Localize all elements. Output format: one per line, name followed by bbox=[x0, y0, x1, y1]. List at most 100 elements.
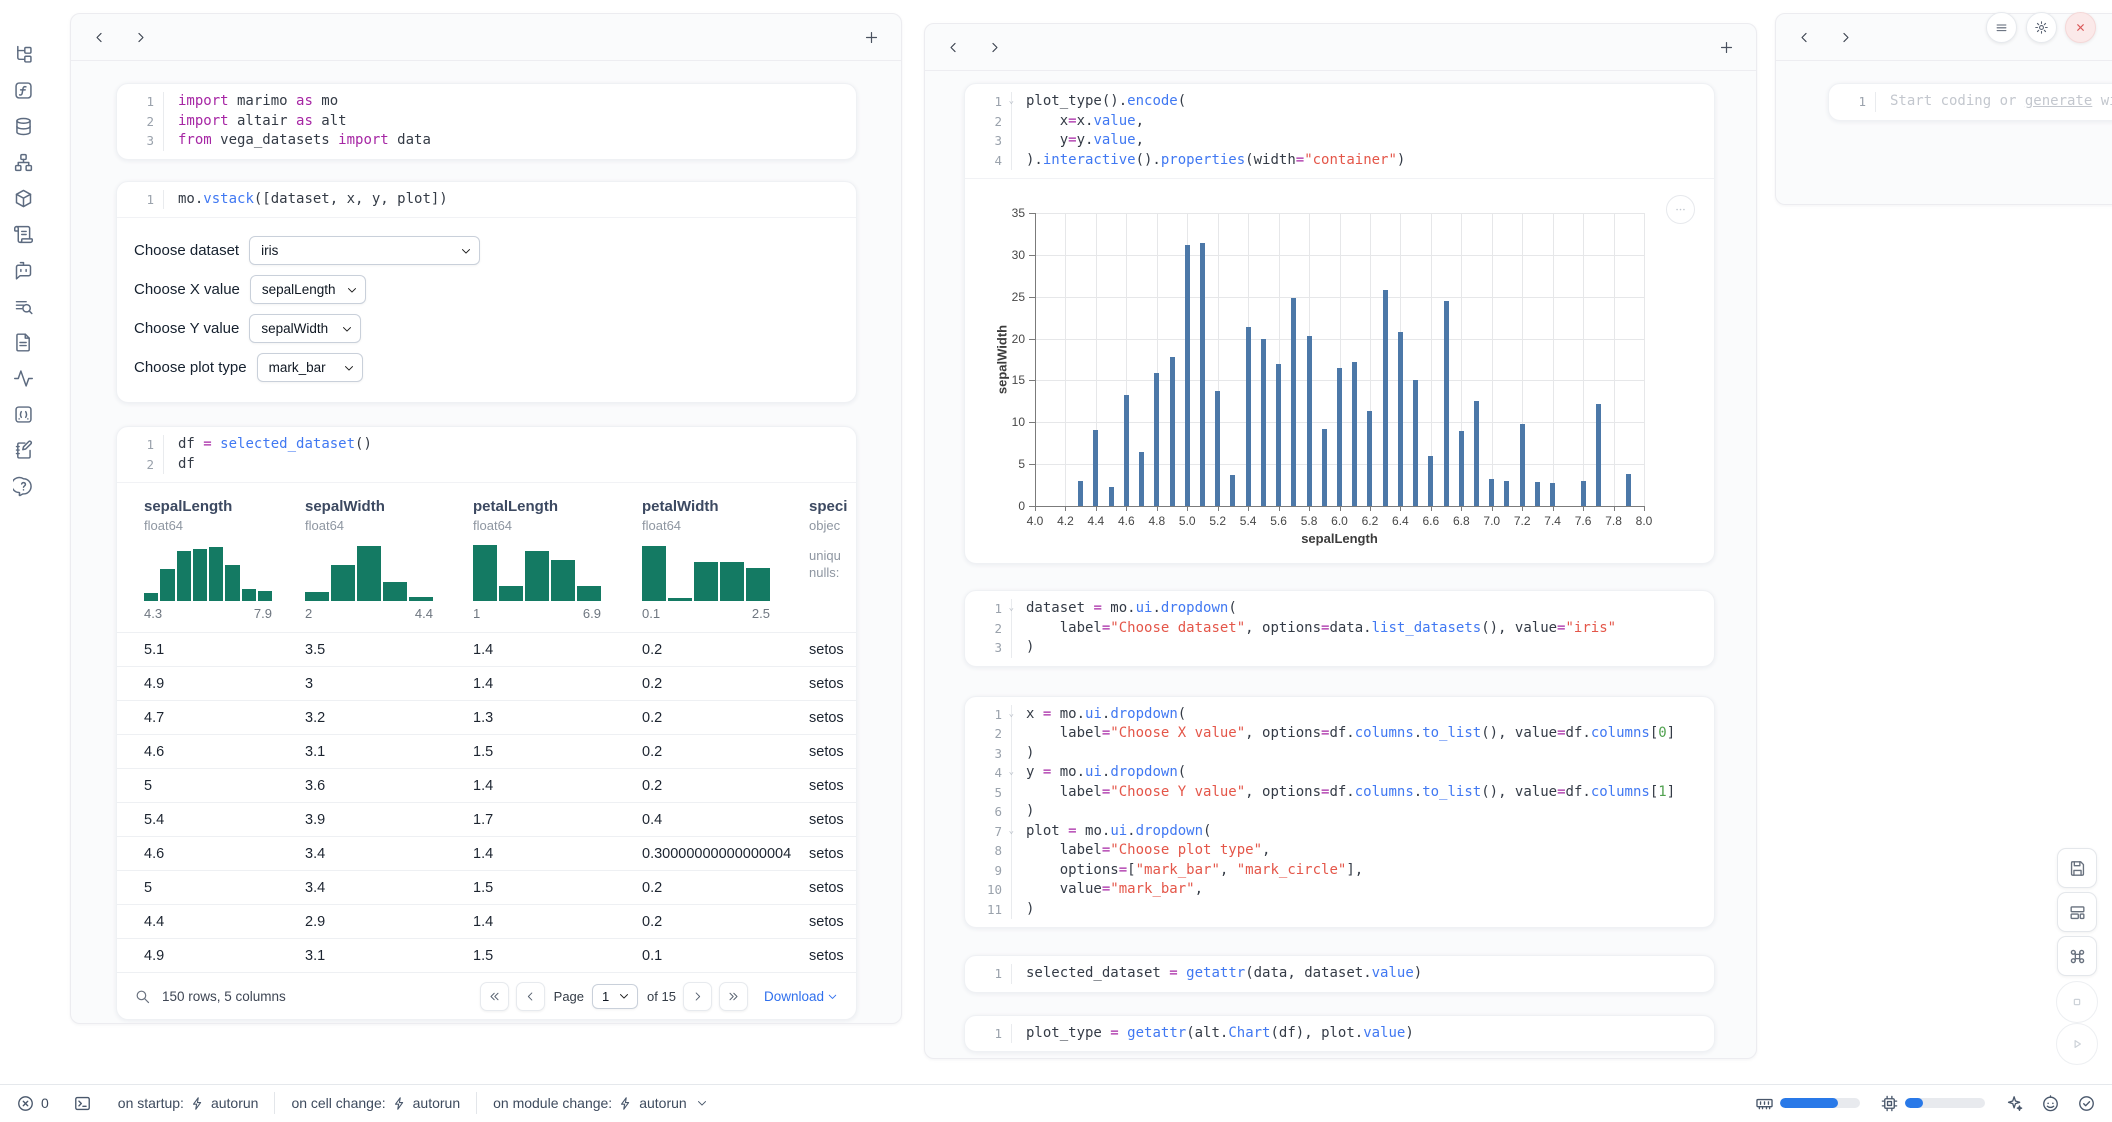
function-icon[interactable] bbox=[13, 80, 34, 101]
chevron-right-icon[interactable] bbox=[133, 30, 148, 45]
next-page-button[interactable] bbox=[683, 982, 712, 1011]
choose-x-value-select[interactable]: sepalLength bbox=[250, 275, 366, 304]
errors-icon[interactable] bbox=[16, 1094, 35, 1113]
table-row[interactable]: 4.42.91.40.2setos bbox=[117, 904, 856, 938]
code-line[interactable]: x=x.value, bbox=[1011, 112, 1714, 132]
table-row[interactable]: 5.43.91.70.4setos bbox=[117, 802, 856, 836]
vstack-code[interactable]: 1mo.vstack([dataset, x, y, plot]) bbox=[117, 182, 856, 218]
code-line[interactable]: mo.vstack([dataset, x, y, plot]) bbox=[163, 190, 856, 210]
table-row[interactable]: 53.61.40.2setos bbox=[117, 768, 856, 802]
add-cell-icon[interactable] bbox=[1718, 39, 1735, 56]
code-line[interactable]: Start coding or generate with AI bbox=[1875, 92, 2112, 112]
table-row[interactable]: 5.13.51.40.2setos bbox=[117, 632, 856, 666]
documentation-icon[interactable] bbox=[13, 332, 34, 353]
fold-icon[interactable]: ⌄ bbox=[1009, 599, 1014, 619]
code-line[interactable]: x = mo.ui.dropdown( bbox=[1011, 705, 1714, 725]
download-button[interactable]: Download bbox=[764, 989, 839, 1004]
code-line[interactable]: plot_type().encode( bbox=[1011, 92, 1714, 112]
code-line[interactable]: import marimo as mo bbox=[163, 92, 856, 112]
column-header[interactable]: petalWidthfloat640.12.5 bbox=[642, 498, 809, 632]
column-header[interactable]: speciobjecuniqunulls: bbox=[809, 498, 856, 632]
run-button[interactable] bbox=[2056, 1023, 2098, 1065]
code-line[interactable]: label="Choose Y value", options=df.colum… bbox=[1011, 783, 1714, 803]
table-row[interactable]: 4.73.21.30.2setos bbox=[117, 700, 856, 734]
menu-button[interactable] bbox=[1986, 12, 2017, 43]
settings-button[interactable] bbox=[2026, 12, 2057, 43]
plot-type-cell[interactable]: 1plot_type = getattr(alt.Chart(df), plot… bbox=[964, 1015, 1715, 1053]
selected-dataset-cell[interactable]: 1selected_dataset = getattr(data, datase… bbox=[964, 955, 1715, 993]
chevron-left-icon[interactable] bbox=[946, 40, 961, 55]
chart-menu-button[interactable] bbox=[1666, 195, 1695, 224]
table-row[interactable]: 53.41.50.2setos bbox=[117, 870, 856, 904]
layout-button[interactable] bbox=[2057, 892, 2097, 932]
code-line[interactable]: import altair as alt bbox=[163, 112, 856, 132]
widgets-cell[interactable]: 1⌄x = mo.ui.dropdown(2 label="Choose X v… bbox=[964, 696, 1715, 929]
logs-icon[interactable] bbox=[13, 296, 34, 317]
run-config[interactable]: on startup:autorun bbox=[118, 1095, 259, 1111]
prev-page-button[interactable] bbox=[516, 982, 545, 1011]
terminal-icon[interactable] bbox=[73, 1094, 92, 1113]
save-button[interactable] bbox=[2057, 848, 2097, 888]
code-line[interactable]: label="Choose plot type", bbox=[1011, 841, 1714, 861]
add-cell-icon[interactable] bbox=[863, 29, 880, 46]
column-header[interactable]: sepalLengthfloat644.37.9 bbox=[144, 498, 305, 632]
last-page-button[interactable] bbox=[719, 982, 748, 1011]
code-line[interactable]: ) bbox=[1011, 802, 1714, 822]
column-header[interactable]: sepalWidthfloat6424.4 bbox=[305, 498, 473, 632]
snippets-icon[interactable] bbox=[13, 404, 34, 425]
copilot-icon[interactable] bbox=[2041, 1094, 2060, 1113]
code-line[interactable]: y = mo.ui.dropdown( bbox=[1011, 763, 1714, 783]
code-line[interactable]: label="Choose X value", options=df.colum… bbox=[1011, 724, 1714, 744]
chatbot-icon[interactable] bbox=[13, 260, 34, 281]
code-line[interactable]: label="Choose dataset", options=data.lis… bbox=[1011, 619, 1714, 639]
imports-cell[interactable]: 1import marimo as mo2import altair as al… bbox=[116, 83, 857, 160]
code-line[interactable]: value="mark_bar", bbox=[1011, 880, 1714, 900]
first-page-button[interactable] bbox=[480, 982, 509, 1011]
help-icon[interactable] bbox=[13, 476, 34, 497]
run-config[interactable]: on module change:autorun bbox=[493, 1095, 709, 1111]
code-line[interactable]: ) bbox=[1011, 638, 1714, 658]
ai-sparkles-icon[interactable] bbox=[2005, 1094, 2024, 1113]
connection-status-icon[interactable] bbox=[2077, 1094, 2096, 1113]
code-line[interactable]: selected_dataset = getattr(data, dataset… bbox=[1011, 964, 1714, 984]
dataframe-code[interactable]: 1df = selected_dataset()2df bbox=[117, 427, 856, 482]
script-icon[interactable] bbox=[13, 224, 34, 245]
database-icon[interactable] bbox=[13, 116, 34, 137]
command-palette-button[interactable] bbox=[2057, 936, 2097, 976]
code-line[interactable]: df = selected_dataset() bbox=[163, 435, 856, 455]
dataset-dropdown-cell[interactable]: 1⌄dataset = mo.ui.dropdown(2 label="Choo… bbox=[964, 590, 1715, 667]
code-line[interactable]: df bbox=[163, 455, 856, 475]
table-row[interactable]: 4.931.40.2setos bbox=[117, 666, 856, 700]
package-icon[interactable] bbox=[13, 188, 34, 209]
choose-y-value-select[interactable]: sepalWidth bbox=[249, 314, 361, 343]
table-row[interactable]: 4.93.11.50.1setos bbox=[117, 938, 856, 972]
code-line[interactable]: ) bbox=[1011, 744, 1714, 764]
code-line[interactable]: plot = mo.ui.dropdown( bbox=[1011, 822, 1714, 842]
scratchpad-icon[interactable] bbox=[13, 440, 34, 461]
plot-code[interactable]: 1⌄plot_type().encode(2 x=x.value,3 y=y.v… bbox=[965, 84, 1714, 178]
chevron-right-icon[interactable] bbox=[1838, 30, 1853, 45]
dependency-graph-icon[interactable] bbox=[13, 152, 34, 173]
altair-bar-chart[interactable]: 4.04.24.44.64.85.05.25.45.65.86.06.26.46… bbox=[965, 179, 1714, 563]
run-config[interactable]: on cell change:autorun bbox=[291, 1095, 460, 1111]
code-line[interactable]: dataset = mo.ui.dropdown( bbox=[1011, 599, 1714, 619]
code-line[interactable]: from vega_datasets import data bbox=[163, 131, 856, 151]
tracing-icon[interactable] bbox=[13, 368, 34, 389]
table-row[interactable]: 4.63.41.40.30000000000000004setos bbox=[117, 836, 856, 870]
fold-icon[interactable]: ⌄ bbox=[1009, 822, 1014, 842]
stop-button[interactable] bbox=[2056, 981, 2098, 1023]
chevron-left-icon[interactable] bbox=[92, 30, 107, 45]
close-button[interactable] bbox=[2065, 12, 2096, 43]
file-tree-icon[interactable] bbox=[13, 44, 34, 65]
code-line[interactable]: plot_type = getattr(alt.Chart(df), plot.… bbox=[1011, 1024, 1714, 1044]
code-line[interactable]: ).interactive().properties(width="contai… bbox=[1011, 151, 1714, 171]
code-line[interactable]: y=y.value, bbox=[1011, 131, 1714, 151]
choose-dataset-select[interactable]: iris bbox=[249, 236, 480, 265]
table-row[interactable]: 4.63.11.50.2setos bbox=[117, 734, 856, 768]
search-icon[interactable] bbox=[134, 988, 151, 1005]
empty-cell[interactable]: 1Start coding or generate with AI bbox=[1828, 83, 2112, 121]
column-header[interactable]: petalLengthfloat6416.9 bbox=[473, 498, 642, 632]
code-line[interactable]: ) bbox=[1011, 900, 1714, 920]
chevron-right-icon[interactable] bbox=[987, 40, 1002, 55]
fold-icon[interactable]: ⌄ bbox=[1009, 92, 1014, 112]
